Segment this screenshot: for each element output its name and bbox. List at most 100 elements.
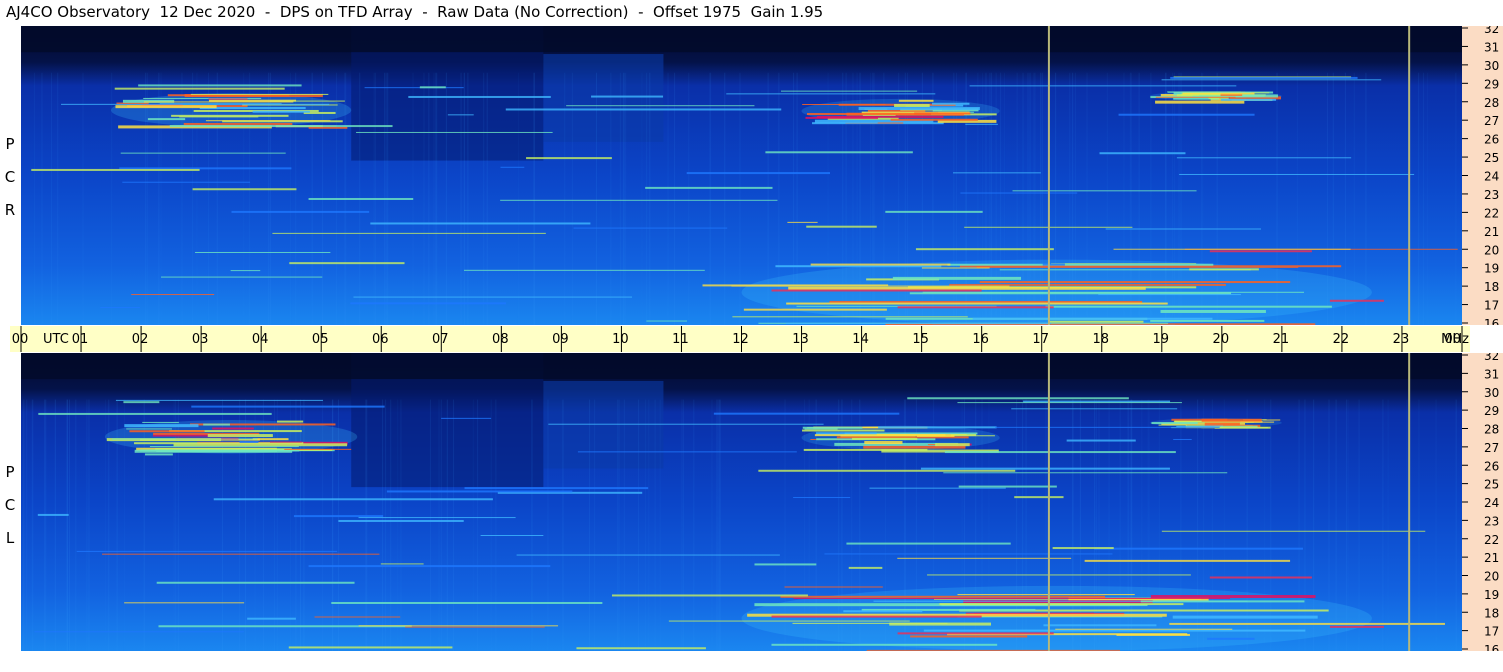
heatmap-noise-streak: [477, 399, 479, 651]
emission-line: [786, 302, 1168, 305]
emission-line: [1045, 305, 1332, 308]
interference-line: [447, 114, 474, 116]
emission-line: [1098, 294, 1241, 296]
interference-line: [1207, 637, 1255, 640]
lcp-spectrogram: [21, 353, 1462, 651]
interference-line: [272, 232, 546, 234]
heatmap-noise-streak: [88, 399, 90, 651]
interference-line: [293, 515, 384, 518]
interference-line: [1055, 628, 1233, 630]
interference-line: [1012, 190, 1197, 192]
interference-line: [824, 553, 1113, 555]
utc-tick-label: 04: [252, 332, 269, 347]
emission-line: [890, 118, 978, 121]
interference-line: [480, 534, 544, 536]
emission-line: [1151, 422, 1198, 425]
heatmap-noise-streak: [382, 399, 384, 651]
interference-line: [646, 320, 688, 322]
rcp-frequency-axis: 16 17 18 19 20 21 22 23 24 25 26 27 28 29 30 31 32: [1462, 22, 1503, 331]
utc-tick-label: 20: [1213, 332, 1230, 347]
utc-tick-label: 17: [1032, 332, 1049, 347]
heatmap-noise-streak: [1455, 72, 1457, 325]
interference-line: [960, 192, 1078, 194]
interference-line: [611, 594, 808, 597]
emission-line: [142, 421, 179, 423]
heatmap-noise-streak: [86, 399, 88, 651]
interference-line: [364, 87, 464, 89]
interference-line: [308, 565, 551, 568]
interference-line: [726, 93, 936, 95]
interference-line: [1118, 113, 1255, 116]
interference-line: [1105, 228, 1262, 230]
emission-line: [1150, 595, 1316, 599]
emission-line: [793, 598, 1231, 600]
interference-line: [754, 563, 817, 566]
page-title: AJ4CO Observatory 12 Dec 2020 - DPS on T…: [6, 3, 824, 21]
interference-line: [289, 262, 405, 265]
emission-line: [1167, 91, 1252, 93]
frequency-tick-label: 30: [1484, 386, 1499, 400]
emission-line: [922, 291, 1305, 293]
heatmap-noise-streak: [486, 72, 488, 325]
emission-line: [898, 99, 934, 102]
interference-line: [573, 227, 728, 229]
heatmap-noise-streak: [423, 72, 425, 325]
heatmap-noise-streak: [619, 399, 621, 651]
interference-line: [61, 103, 330, 105]
frequency-tick-label: 32: [1484, 353, 1499, 363]
heatmap-noise-streak: [45, 399, 47, 651]
emission-line: [807, 113, 932, 116]
frequency-tick-label: 29: [1484, 77, 1499, 91]
interference-line: [526, 157, 612, 160]
interference-line: [37, 513, 69, 516]
interference-line: [953, 172, 1041, 174]
emission-line: [972, 317, 1213, 320]
interference-line: [576, 647, 706, 650]
emission-line: [788, 286, 1146, 290]
heatmap-noise-streak: [68, 399, 70, 651]
interference-line: [668, 620, 910, 622]
interference-line: [386, 490, 573, 493]
heatmap-transition-region: [543, 54, 664, 142]
heatmap-noise-streak: [428, 72, 430, 325]
hot-interference-line: [1329, 299, 1384, 302]
interference-line: [161, 276, 323, 278]
interference-line: [907, 397, 1129, 400]
hot-interference-line: [771, 615, 982, 618]
emission-line: [171, 114, 289, 117]
interference-line: [1113, 248, 1351, 250]
heatmap-noise-streak: [681, 399, 683, 651]
emission-line: [931, 102, 970, 105]
rcp-side-letter: C: [4, 168, 16, 186]
heatmap-noise-streak: [517, 72, 519, 325]
utc-tick-label: 11: [672, 332, 689, 347]
interference-line: [213, 498, 493, 501]
interference-line: [758, 469, 1016, 472]
interference-line: [686, 172, 830, 175]
utc-tick-label: 08: [492, 332, 509, 347]
interference-line: [995, 426, 1220, 428]
heatmap-noise-streak: [719, 399, 721, 651]
interference-line: [577, 451, 797, 453]
emission-line: [1201, 418, 1262, 422]
interference-line: [1140, 600, 1305, 603]
interference-line: [31, 168, 200, 171]
frequency-tick-label: 27: [1484, 114, 1499, 128]
emission-line: [212, 427, 254, 430]
heatmap-noise-streak: [50, 72, 52, 325]
emission-line: [947, 263, 1214, 266]
lcp-side-letter: L: [5, 529, 15, 547]
heatmap-noise-streak: [460, 72, 462, 325]
emission-line: [803, 448, 928, 451]
rcp-side-letter: P: [5, 135, 15, 153]
frequency-tick-label: 22: [1484, 206, 1499, 220]
emission-line: [784, 586, 883, 588]
interference-line: [441, 417, 492, 419]
utc-tick-label: 05: [312, 332, 329, 347]
heatmap-noise-streak: [1423, 72, 1425, 325]
interference-line: [115, 399, 323, 401]
utc-tick-label: 10: [612, 332, 629, 347]
interference-line: [1066, 439, 1136, 442]
heatmap-noise-streak: [659, 399, 661, 651]
interference-line: [314, 616, 401, 618]
